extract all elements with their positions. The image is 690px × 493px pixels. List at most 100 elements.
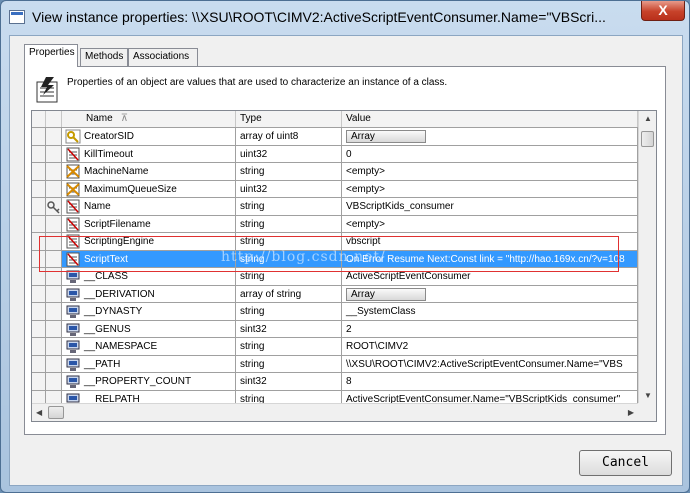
table-row[interactable]: KillTimeout uint32 0 — [32, 145, 638, 163]
table-row[interactable]: CreatorSID array of uint8 Array — [32, 128, 638, 146]
property-name: __NAMESPACE — [84, 341, 158, 352]
system-property-icon — [65, 287, 81, 302]
property-name-cell[interactable]: __GENUS — [62, 320, 236, 338]
table-row[interactable]: __NAMESPACE string ROOT\CIMV2 — [32, 338, 638, 356]
horizontal-scroll-thumb[interactable] — [48, 406, 64, 419]
sort-icon: ⊼ — [120, 113, 129, 124]
property-value[interactable]: __SystemClass — [342, 303, 638, 321]
window-app-icon — [9, 10, 25, 24]
tab-associations[interactable]: Associations — [128, 48, 198, 66]
tab-methods[interactable]: Methods — [80, 48, 128, 66]
property-value[interactable]: <empty> — [342, 215, 638, 233]
property-value[interactable]: ROOT\CIMV2 — [342, 338, 638, 356]
horizontal-scrollbar[interactable]: ◀ ▶ — [32, 403, 638, 421]
table-row[interactable]: ScriptFilename string <empty> — [32, 215, 638, 233]
property-type: string — [236, 268, 342, 286]
row-key-cell — [46, 233, 62, 251]
vertical-scrollbar[interactable]: ▲ ▼ — [638, 111, 656, 403]
property-name-cell[interactable]: __DYNASTY — [62, 303, 236, 321]
property-name: KillTimeout — [84, 148, 134, 160]
local-property-icon — [65, 234, 81, 249]
property-value[interactable]: ActiveScriptEventConsumer — [342, 268, 638, 286]
table-row[interactable]: __CLASS string ActiveScriptEventConsumer — [32, 268, 638, 286]
header-cell-blank2 — [46, 111, 62, 127]
scroll-down-icon[interactable]: ▼ — [644, 391, 652, 400]
property-name-cell[interactable]: ScriptFilename — [62, 215, 236, 233]
property-value[interactable]: 2 — [342, 320, 638, 338]
row-indicator-cell — [32, 373, 46, 391]
property-value[interactable]: 0 — [342, 145, 638, 163]
property-name-cell[interactable]: __NAMESPACE — [62, 338, 236, 356]
property-name-cell[interactable]: MaximumQueueSize — [62, 180, 236, 198]
property-value-cell[interactable]: Array — [342, 285, 638, 303]
row-indicator-cell — [32, 180, 46, 198]
property-name: __GENUS — [84, 323, 131, 335]
row-indicator-cell — [32, 268, 46, 286]
key-property-icon — [65, 129, 81, 144]
property-name: ScriptingEngine — [84, 236, 155, 247]
property-name-cell[interactable]: __PATH — [62, 355, 236, 373]
table-row[interactable]: MachineName string <empty> — [32, 163, 638, 181]
property-grid[interactable]: Name ⊼ Type Value CreatorSID array of uint… — [31, 110, 657, 422]
property-name: __DYNASTY — [84, 306, 143, 317]
row-key-cell — [46, 250, 62, 268]
column-header-name[interactable]: Name ⊼ — [62, 111, 236, 127]
tab-properties[interactable]: Properties — [24, 44, 78, 67]
cancel-button[interactable]: Cancel — [579, 450, 672, 476]
property-type: uint32 — [236, 180, 342, 198]
property-value[interactable]: <empty> — [342, 163, 638, 181]
property-value[interactable]: VBScriptKids_consumer — [342, 198, 638, 216]
property-name-cell[interactable]: MachineName — [62, 163, 236, 181]
table-row[interactable]: Name string VBScriptKids_consumer — [32, 198, 638, 216]
property-name-cell[interactable]: ScriptingEngine — [62, 233, 236, 251]
scrollbar-corner — [638, 403, 656, 421]
vertical-scroll-thumb[interactable] — [641, 131, 654, 147]
window-title: View instance properties: \\XSU\ROOT\CIM… — [32, 9, 606, 25]
row-key-cell — [46, 128, 62, 146]
array-value-button[interactable]: Array — [346, 287, 426, 301]
column-header-type[interactable]: Type — [236, 111, 342, 127]
row-indicator-cell — [32, 303, 46, 321]
property-type: string — [236, 355, 342, 373]
system-property-icon — [65, 322, 81, 337]
close-button[interactable]: X — [641, 1, 685, 21]
title-bar[interactable]: View instance properties: \\XSU\ROOT\CIM… — [1, 1, 689, 35]
header-cell-blank — [32, 111, 46, 127]
property-value-cell[interactable]: Array — [342, 128, 638, 146]
row-indicator-cell — [32, 355, 46, 373]
property-name-cell[interactable]: __CLASS — [62, 268, 236, 286]
table-row[interactable]: __GENUS sint32 2 — [32, 320, 638, 338]
table-row[interactable]: __PATH string \\XSU\ROOT\CIMV2:ActiveScrip… — [32, 355, 638, 373]
scroll-left-icon[interactable]: ◀ — [36, 408, 42, 417]
property-name: __PROPERTY_COUNT — [84, 376, 192, 387]
scroll-right-icon[interactable]: ▶ — [628, 408, 634, 417]
table-row[interactable]: ScriptText string On Error Resume Next:Con… — [32, 250, 638, 268]
system-property-icon — [65, 304, 81, 319]
row-key-cell — [46, 198, 62, 216]
property-value[interactable]: <empty> — [342, 180, 638, 198]
property-value[interactable]: 8 — [342, 373, 638, 391]
table-row[interactable]: ScriptingEngine string vbscript — [32, 233, 638, 251]
column-header-value[interactable]: Value — [342, 111, 638, 127]
row-indicator-cell — [32, 145, 46, 163]
row-indicator-cell — [32, 285, 46, 303]
scroll-up-icon[interactable]: ▲ — [644, 114, 652, 123]
property-name-cell[interactable]: __PROPERTY_COUNT — [62, 373, 236, 391]
property-value[interactable]: \\XSU\ROOT\CIMV2:ActiveScriptEventConsum… — [342, 355, 638, 373]
property-name-cell[interactable]: Name — [62, 198, 236, 216]
property-name-cell[interactable]: ScriptText — [62, 250, 236, 268]
property-name-cell[interactable]: CreatorSID — [62, 128, 236, 146]
table-row[interactable]: __DYNASTY string __SystemClass — [32, 303, 638, 321]
table-row[interactable]: __DERIVATION array of string Array — [32, 285, 638, 303]
property-name-cell[interactable]: KillTimeout — [62, 145, 236, 163]
row-indicator-cell — [32, 198, 46, 216]
properties-panel: Properties of an object are values that … — [24, 66, 666, 435]
row-key-cell — [46, 145, 62, 163]
array-value-button[interactable]: Array — [346, 130, 426, 143]
property-name: __PATH — [84, 358, 121, 370]
property-value[interactable]: vbscript — [342, 233, 638, 251]
table-row[interactable]: __PROPERTY_COUNT sint32 8 — [32, 373, 638, 391]
property-value[interactable]: On Error Resume Next:Const link = "http:… — [342, 250, 638, 268]
table-row[interactable]: MaximumQueueSize uint32 <empty> — [32, 180, 638, 198]
property-name-cell[interactable]: __DERIVATION — [62, 285, 236, 303]
